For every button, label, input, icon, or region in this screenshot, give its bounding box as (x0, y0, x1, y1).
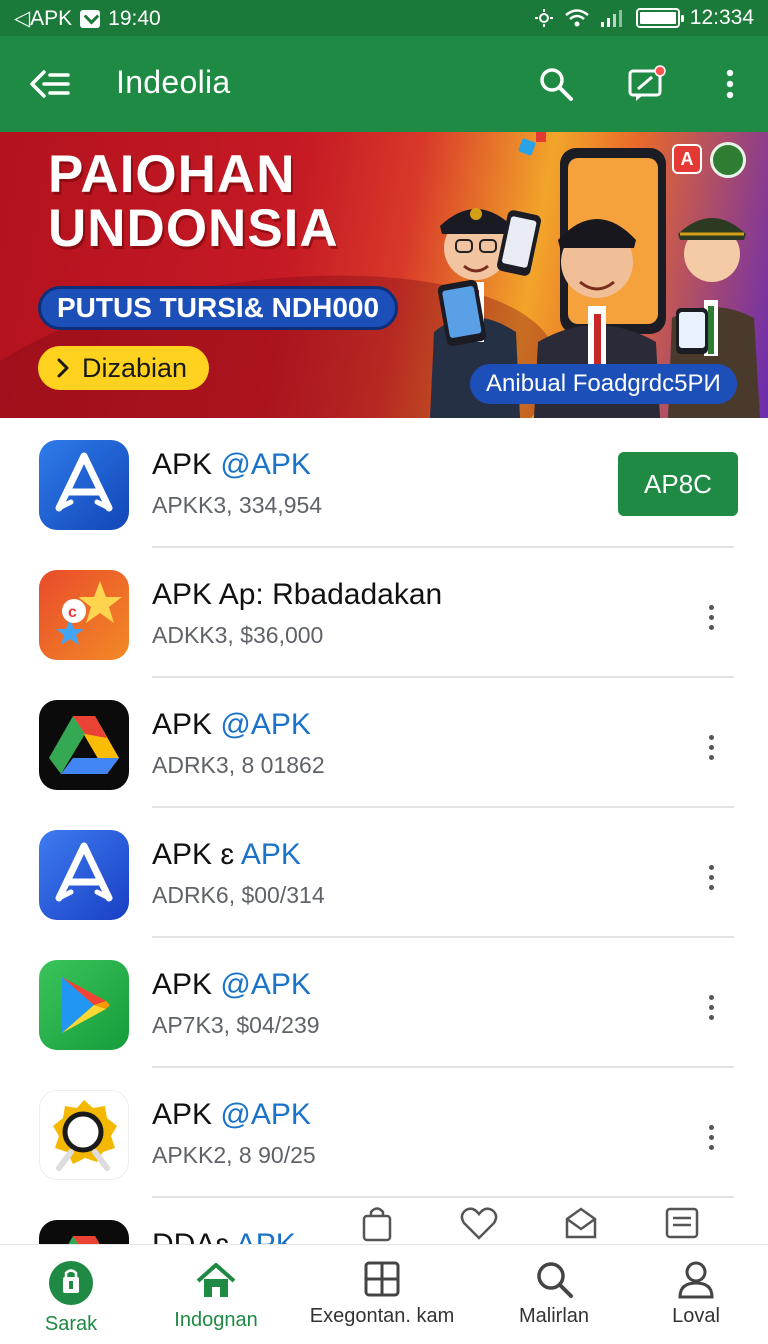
grid-icon (364, 1261, 400, 1297)
app-name: APK @APK (152, 968, 311, 1001)
status-time-left: 19:40 (108, 6, 161, 30)
nav-label: Exegontan. kam (309, 1305, 455, 1327)
banner-headline-line1: PAIOHAN (48, 145, 296, 204)
more-options-icon[interactable] (690, 856, 732, 898)
play-store-icon (39, 960, 129, 1050)
wifi-icon (564, 9, 589, 27)
app-meta: ADRK3, 8 01862 (152, 752, 325, 778)
more-options-icon[interactable] (690, 986, 732, 1028)
more-options-icon[interactable] (690, 596, 732, 638)
app-title: Indeolia (116, 64, 231, 100)
app-meta: AP7K3, $04/239 (152, 1012, 320, 1038)
notifications-icon[interactable] (622, 60, 670, 108)
status-bar: ◁APK 19:40 12:334 (0, 0, 768, 36)
app-name: APK @APK (152, 708, 311, 741)
magnifier-app-icon (39, 1090, 129, 1180)
nav-item-exegontan[interactable]: Exegontan. kam (310, 1259, 454, 1328)
list-item[interactable]: c APK Ap: Rbadadakan ADKK3, $36,000 (0, 548, 768, 678)
app-name: APK @APK (152, 448, 311, 481)
install-button[interactable]: AP8C (618, 452, 738, 516)
mail-icon[interactable] (563, 1205, 599, 1241)
signal-icon (600, 10, 622, 27)
list-item[interactable]: APK ɛ APK ADRK6, $00/314 (0, 808, 768, 938)
chevron-right-icon (57, 358, 69, 378)
heart-icon[interactable] (459, 1205, 499, 1241)
bottom-navigation: Sarak Indognan Exegontan. kam Malirlan L… (0, 1244, 768, 1344)
status-time-right: 12:334 (689, 6, 754, 29)
app-name: APK @APK (152, 1098, 311, 1131)
shopping-bag-icon[interactable] (360, 1204, 394, 1242)
shop-badge-icon (49, 1261, 93, 1305)
banner-caption-pill: Anibual Foadgrdc5PИ (470, 364, 737, 404)
list-item[interactable]: APK @APK ADRK3, 8 01862 (0, 678, 768, 808)
more-options-icon[interactable] (690, 1116, 732, 1158)
search-icon (537, 1262, 573, 1298)
app-bar: Indeolia (0, 36, 768, 132)
quick-actions-bar (360, 1202, 700, 1244)
nav-label: Indognan (174, 1309, 258, 1331)
battery-icon (635, 8, 684, 28)
app-store-icon (39, 440, 129, 530)
app-store-icon (39, 830, 129, 920)
nav-item-indognan[interactable]: Indognan (164, 1259, 268, 1332)
promo-banner[interactable]: PAIOHAN UNDONSIA PUTUS TURSI& NDH000 Diz… (0, 132, 768, 418)
banner-app-badge: A (672, 144, 702, 174)
app-meta: APKK3, 334,954 (152, 492, 323, 518)
banner-seal-logo (710, 142, 746, 178)
nav-label: Loval (672, 1305, 720, 1327)
nav-label: Sarak (44, 1313, 98, 1335)
nav-label: Malirlan (518, 1305, 590, 1327)
svg-text:c: c (68, 604, 77, 621)
list-item[interactable]: APK @APK APKK2, 8 90/25 (0, 1068, 768, 1198)
search-icon[interactable] (532, 60, 580, 108)
download-notification-icon (80, 9, 101, 28)
banner-cta-button[interactable]: Dizabian (38, 346, 210, 390)
document-icon[interactable] (664, 1206, 700, 1240)
app-meta: ADRK6, $00/314 (152, 882, 325, 908)
status-app-label: ◁APK (14, 7, 73, 30)
app-name: APK ɛ APK (152, 838, 301, 871)
home-icon (196, 1263, 236, 1297)
nav-item-loval[interactable]: Loval (658, 1259, 734, 1328)
overflow-menu-icon[interactable] (706, 60, 754, 108)
banner-cta-label: Dizabian (82, 353, 188, 383)
drive-icon (39, 700, 129, 790)
profile-icon (678, 1261, 714, 1299)
list-item[interactable]: APK @APK APKK3, 334,954 AP8C (0, 418, 768, 548)
app-meta: ADKK3, $36,000 (152, 622, 324, 648)
nav-item-malirlan[interactable]: Malirlan (506, 1259, 602, 1328)
list-item[interactable]: APK @APK AP7K3, $04/239 (0, 938, 768, 1068)
star-app-icon: c (39, 570, 129, 660)
settings-gear-icon (534, 9, 553, 27)
banner-subtitle-pill: PUTUS TURSI& NDH000 (38, 286, 399, 330)
back-menu-icon[interactable] (26, 62, 74, 106)
banner-headline: PAIOHAN UNDONSIA (48, 148, 339, 256)
nav-item-sarak[interactable]: Sarak (26, 1259, 116, 1336)
banner-headline-line2: UNDONSIA (48, 199, 339, 258)
app-name: APK Ap: Rbadadakan (152, 578, 443, 611)
more-options-icon[interactable] (690, 726, 732, 768)
app-meta: APKK2, 8 90/25 (152, 1142, 316, 1168)
